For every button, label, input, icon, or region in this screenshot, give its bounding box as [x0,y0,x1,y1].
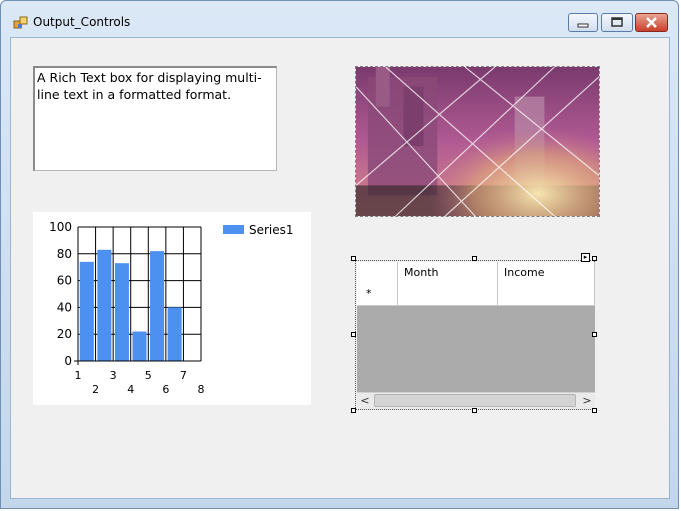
data-grid-body: Month Income * [357,262,595,408]
column-header-income[interactable]: Income [498,262,595,284]
scroll-left-icon[interactable]: < [357,393,373,409]
form-app-icon [13,16,28,29]
window-title: Output_Controls [33,15,131,29]
cell-income[interactable] [498,284,595,305]
cell-month[interactable] [398,284,498,305]
resize-handle[interactable] [472,256,477,261]
table-row[interactable]: * [357,284,595,306]
bar [97,249,112,361]
row-header[interactable]: * [357,284,398,305]
x-tick-label: 8 [198,383,205,396]
resize-handle[interactable] [472,408,477,413]
x-tick-label: 1 [75,369,82,382]
x-tick-label: 3 [110,369,117,382]
maximize-button[interactable] [601,13,633,32]
y-tick-label: 20 [57,327,72,341]
resize-handle[interactable] [351,408,356,413]
column-header-month[interactable]: Month [398,262,498,284]
bar [167,307,182,361]
scroll-thumb[interactable] [374,394,576,407]
bar-chart: 0 20 40 60 80 100 12345678 Series1 [33,212,311,405]
bar [132,331,147,361]
resize-handle[interactable] [592,256,597,261]
title-bar[interactable]: Output_Controls [1,1,678,37]
resize-handle[interactable] [592,332,597,337]
bar [114,263,129,361]
fireworks-night-image [355,66,600,217]
row-header-corner[interactable] [357,262,398,284]
y-tick-label: 60 [57,274,72,288]
legend-swatch [223,225,244,234]
x-tick-label: 6 [162,383,169,396]
bar [79,261,94,361]
resize-handle[interactable] [351,332,356,337]
y-tick-label: 40 [57,300,72,314]
scroll-right-icon[interactable]: > [579,393,595,409]
smart-tag-icon[interactable]: ▸ [581,253,590,262]
x-tick-label: 2 [92,383,99,396]
data-grid-view[interactable]: Month Income * < > [355,260,595,410]
maximize-icon [611,17,623,27]
y-tick-label: 0 [64,354,72,368]
resize-handle[interactable] [592,408,597,413]
x-tick-label: 5 [145,369,152,382]
data-grid-header: Month Income [357,262,595,285]
new-row-marker: * [366,287,372,300]
bar [150,251,165,361]
x-tick-label: 4 [127,383,134,396]
close-button[interactable] [635,13,668,32]
close-icon [646,17,657,28]
minimize-button[interactable] [568,13,598,32]
horizontal-scrollbar[interactable]: < > [357,392,595,409]
y-tick-label: 80 [57,247,72,261]
x-tick-label: 7 [180,369,187,382]
minimize-icon [577,23,589,28]
resize-handle[interactable] [351,256,356,261]
rich-text-box[interactable]: A Rich Text box for displaying multi-lin… [33,66,277,171]
y-tick-label: 100 [49,220,72,234]
legend-label: Series1 [249,223,294,237]
